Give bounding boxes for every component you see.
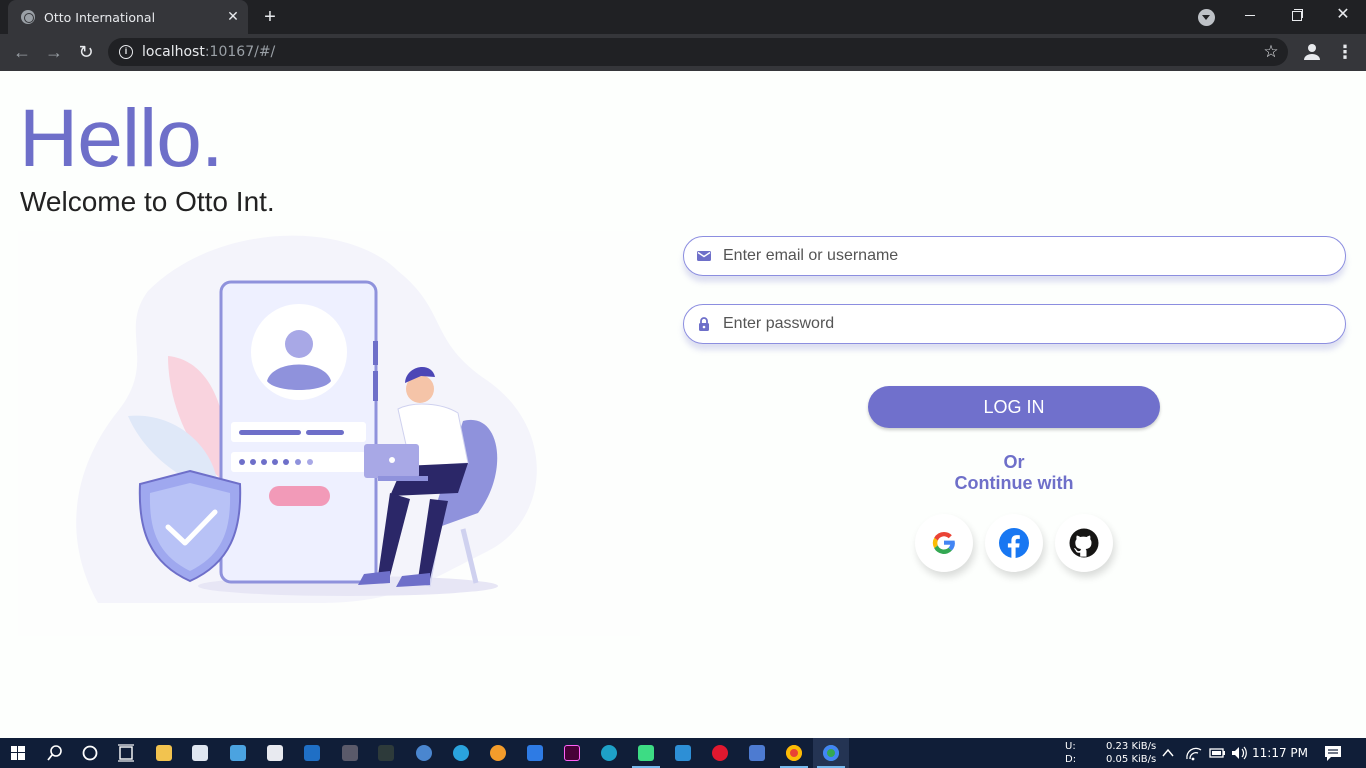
restore-button[interactable] — [1274, 0, 1320, 30]
upload-speed: 0.23 KiB/s — [1106, 741, 1157, 752]
browser-tab[interactable]: Otto International ✕ — [8, 0, 248, 34]
facebook-icon — [999, 528, 1029, 558]
android-studio-icon[interactable] — [628, 738, 664, 768]
battery-icon[interactable] — [1206, 738, 1228, 768]
download-label: D: — [1065, 754, 1077, 765]
google-icon — [932, 531, 955, 554]
email-input[interactable] — [723, 243, 1323, 269]
vscode-icon[interactable] — [665, 738, 701, 768]
reload-icon[interactable]: ↻ — [72, 38, 100, 66]
app-blue-icon[interactable] — [739, 738, 775, 768]
info-icon[interactable]: i — [119, 45, 133, 59]
app-icon[interactable] — [332, 738, 368, 768]
close-window-button[interactable]: ✕ — [1320, 0, 1366, 30]
password-field[interactable] — [683, 304, 1346, 344]
or-label: Or — [1003, 452, 1025, 472]
chrome-active-icon[interactable] — [813, 738, 849, 768]
login-page: Hello. Welcome to Otto Int. Enter email … — [0, 71, 1366, 738]
envelope-icon — [697, 251, 711, 261]
password-input[interactable] — [723, 311, 1323, 337]
terminal-icon[interactable] — [368, 738, 404, 768]
facebook-login-button[interactable] — [985, 514, 1043, 572]
profile-icon[interactable] — [1300, 40, 1324, 64]
todo-icon[interactable] — [517, 738, 553, 768]
forward-arrow-icon[interactable]: → — [40, 38, 68, 66]
action-center-icon[interactable] — [1316, 738, 1350, 768]
page-title: Hello. — [19, 93, 224, 184]
login-button[interactable]: LOG IN — [868, 386, 1160, 428]
address-bar[interactable]: i localhost:10167/#/ ☆ — [108, 38, 1288, 66]
upload-label: U: — [1065, 741, 1076, 752]
kebab-menu-icon[interactable]: ⋮ — [1336, 40, 1354, 64]
search-icon[interactable] — [36, 738, 72, 768]
email-field[interactable] — [683, 236, 1346, 276]
qbittorrent-icon[interactable] — [406, 738, 442, 768]
app-orange-icon[interactable] — [480, 738, 516, 768]
volume-icon[interactable] — [1229, 738, 1251, 768]
minimize-button[interactable] — [1228, 0, 1274, 30]
globe-icon — [21, 10, 35, 24]
alternate-login-label: Or Continue with — [914, 452, 1114, 494]
tab-title: Otto International — [44, 10, 156, 25]
login-illustration — [18, 231, 640, 636]
task-view-icon[interactable] — [108, 738, 144, 768]
url-text[interactable]: localhost:10167/#/ — [142, 44, 275, 60]
new-tab-button[interactable]: + — [259, 6, 281, 28]
notepad-icon[interactable] — [182, 738, 218, 768]
download-speed: 0.05 KiB/s — [1106, 754, 1157, 765]
back-arrow-icon[interactable]: ← — [8, 38, 36, 66]
edge-icon[interactable] — [591, 738, 627, 768]
page-subtitle: Welcome to Otto Int. — [20, 186, 275, 217]
telegram-icon[interactable] — [443, 738, 479, 768]
browser-tab-strip: Otto International ✕ + ✕ — [0, 0, 1366, 34]
google-login-button[interactable] — [915, 514, 973, 572]
tray-chevron-icon[interactable] — [1158, 738, 1178, 768]
cortana-icon[interactable] — [72, 738, 108, 768]
clock[interactable]: 11:17 PM — [1252, 746, 1308, 760]
windows-taskbar: U: D: 0.23 KiB/s 0.05 KiB/s 11:17 PM — [0, 738, 1366, 768]
opera-icon[interactable] — [702, 738, 738, 768]
lock-icon — [699, 317, 709, 331]
github-login-button[interactable] — [1055, 514, 1113, 572]
network-icon[interactable] — [1183, 738, 1205, 768]
store-icon[interactable] — [257, 738, 293, 768]
github-icon — [1069, 528, 1099, 558]
bookmark-star-icon[interactable]: ☆ — [1260, 41, 1282, 63]
windows-start-icon[interactable] — [0, 738, 36, 768]
file-explorer-icon[interactable] — [146, 738, 182, 768]
adobe-xd-icon[interactable] — [554, 738, 590, 768]
browser-toolbar: ← → ↻ i localhost:10167/#/ ☆ ⋮ — [0, 34, 1366, 71]
tab-search-icon[interactable] — [1198, 9, 1215, 26]
calculator-icon[interactable] — [220, 738, 256, 768]
chrome-icon[interactable] — [776, 738, 812, 768]
mail-icon[interactable] — [294, 738, 330, 768]
tab-close-icon[interactable]: ✕ — [224, 7, 242, 25]
continue-with-label: Continue with — [954, 473, 1074, 493]
